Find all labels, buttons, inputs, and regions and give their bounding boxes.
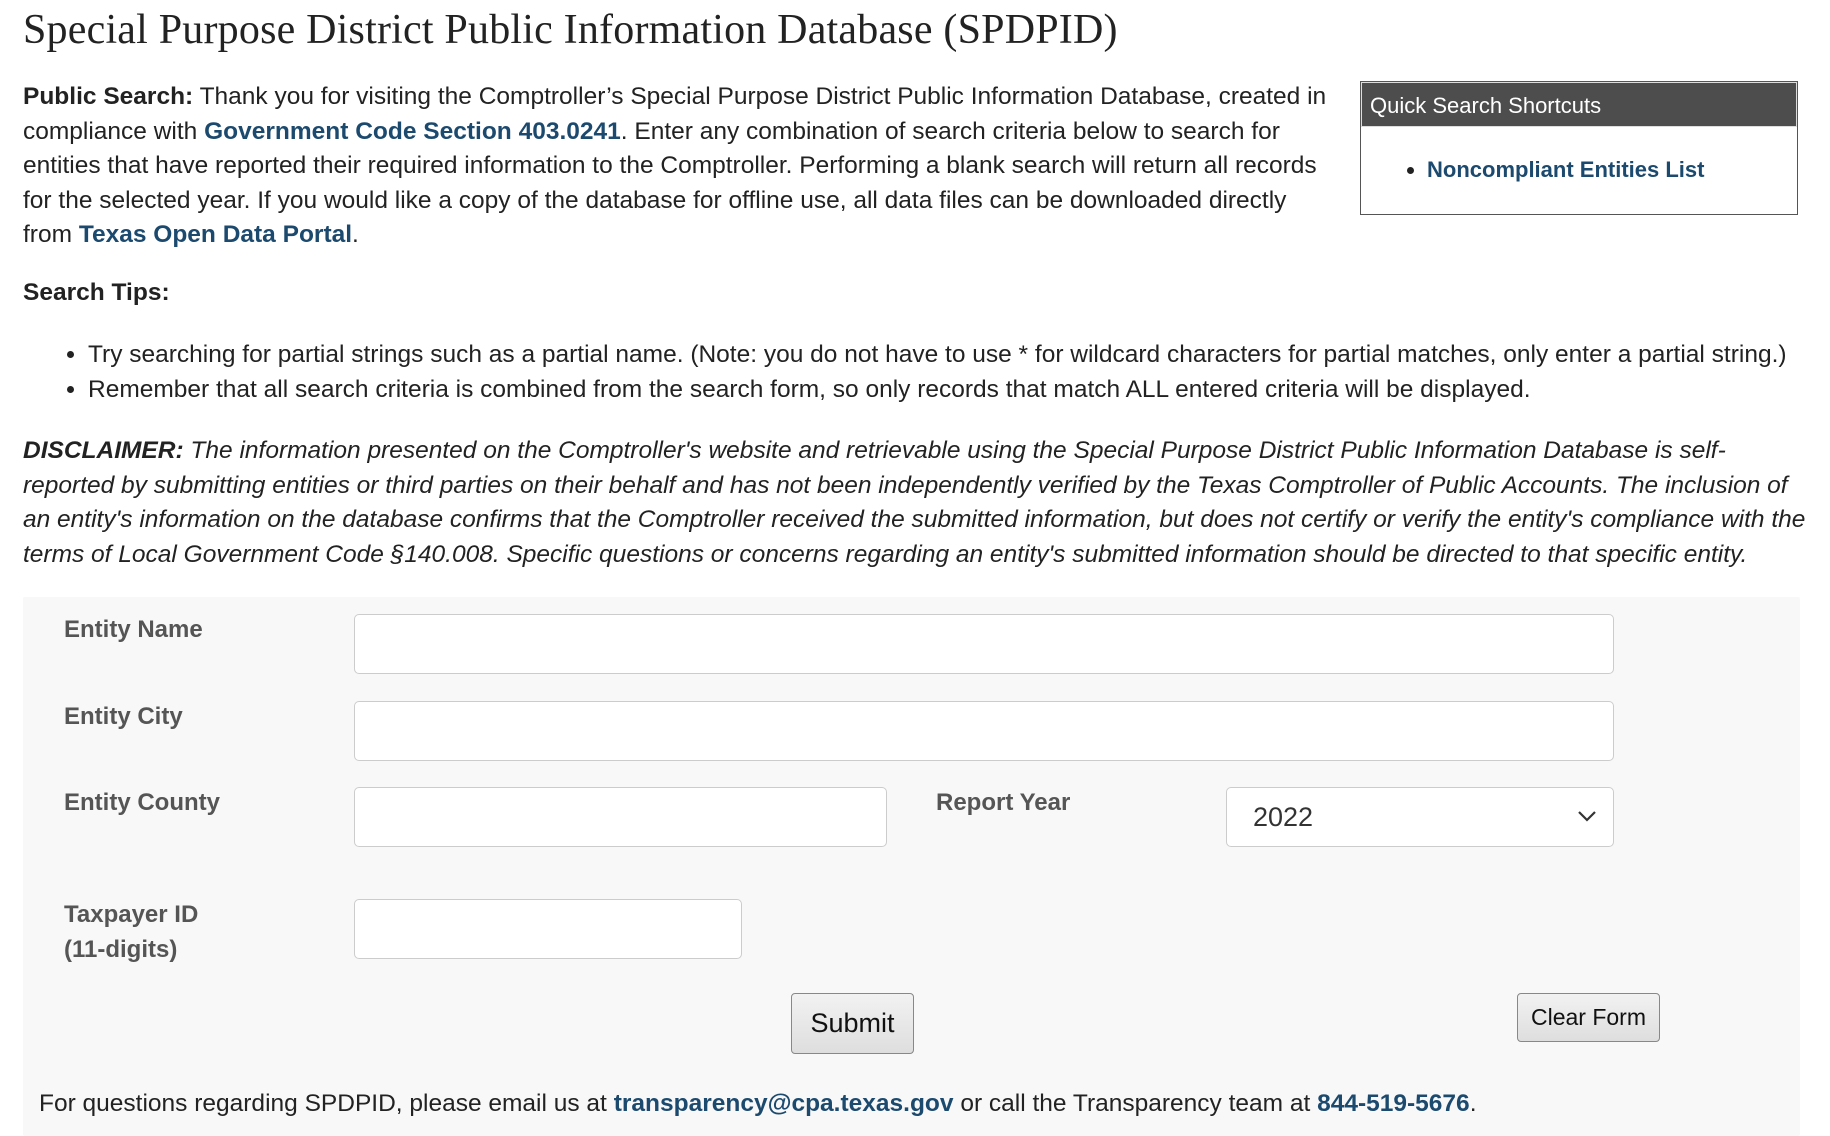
search-tip-item: Remember that all search criteria is com…: [88, 373, 1787, 408]
disclaimer-text: The information presented on the Comptro…: [23, 437, 1806, 568]
footer-text-3: .: [1469, 1090, 1477, 1117]
quick-search-title: Quick Search Shortcuts: [1361, 82, 1797, 127]
search-tip-item: Try searching for partial strings such a…: [88, 338, 1787, 373]
noncompliant-entities-link[interactable]: Noncompliant Entities List: [1427, 157, 1704, 182]
taxpayer-id-label-line1: Taxpayer ID: [64, 901, 199, 928]
page: Special Purpose District Public Informat…: [0, 0, 1830, 1136]
taxpayer-id-input[interactable]: [354, 899, 742, 959]
contact-footer: For questions regarding SPDPID, please e…: [39, 1086, 1477, 1121]
intro-text-3: .: [352, 221, 359, 249]
submit-button[interactable]: Submit: [791, 993, 914, 1054]
report-year-value: 2022: [1253, 802, 1314, 832]
footer-text-2: or call the Transparency team at: [953, 1090, 1318, 1117]
report-year-select[interactable]: 2022: [1226, 787, 1614, 847]
page-title: Special Purpose District Public Informat…: [23, 7, 1118, 53]
phone-link[interactable]: 844-519-5676: [1317, 1090, 1470, 1117]
public-search-label: Public Search:: [23, 83, 194, 110]
texas-open-data-portal-link[interactable]: Texas Open Data Portal: [79, 221, 352, 248]
taxpayer-id-label-line2: (11-digits): [64, 936, 178, 963]
intro-paragraph: Public Search: Thank you for visiting th…: [23, 80, 1333, 253]
quick-search-shortcuts-box: Quick Search Shortcuts Noncompliant Enti…: [1360, 81, 1798, 215]
entity-city-input[interactable]: [354, 701, 1614, 761]
clear-form-button[interactable]: Clear Form: [1517, 993, 1660, 1042]
disclaimer-paragraph: DISCLAIMER: The information presented on…: [23, 434, 1813, 572]
taxpayer-id-label: Taxpayer ID (11-digits): [64, 897, 198, 967]
search-form: Entity Name Entity City Entity County Re…: [23, 597, 1800, 1136]
quick-search-list: Noncompliant Entities List: [1361, 157, 1797, 183]
quick-search-item: Noncompliant Entities List: [1427, 157, 1797, 183]
search-tips-title: Search Tips:: [23, 279, 170, 306]
entity-city-label: Entity City: [64, 703, 183, 730]
entity-name-label: Entity Name: [64, 616, 203, 643]
footer-text-1: For questions regarding SPDPID, please e…: [39, 1090, 614, 1117]
chevron-down-icon: [1578, 811, 1596, 822]
entity-name-input[interactable]: [354, 614, 1614, 674]
entity-county-label: Entity County: [64, 789, 220, 816]
email-link[interactable]: transparency@cpa.texas.gov: [614, 1090, 954, 1117]
report-year-label: Report Year: [936, 789, 1071, 816]
government-code-link[interactable]: Government Code Section 403.0241: [204, 118, 621, 145]
entity-county-input[interactable]: [354, 787, 887, 847]
search-tips-list: Try searching for partial strings such a…: [0, 338, 1787, 407]
disclaimer-label: DISCLAIMER:: [23, 437, 184, 464]
